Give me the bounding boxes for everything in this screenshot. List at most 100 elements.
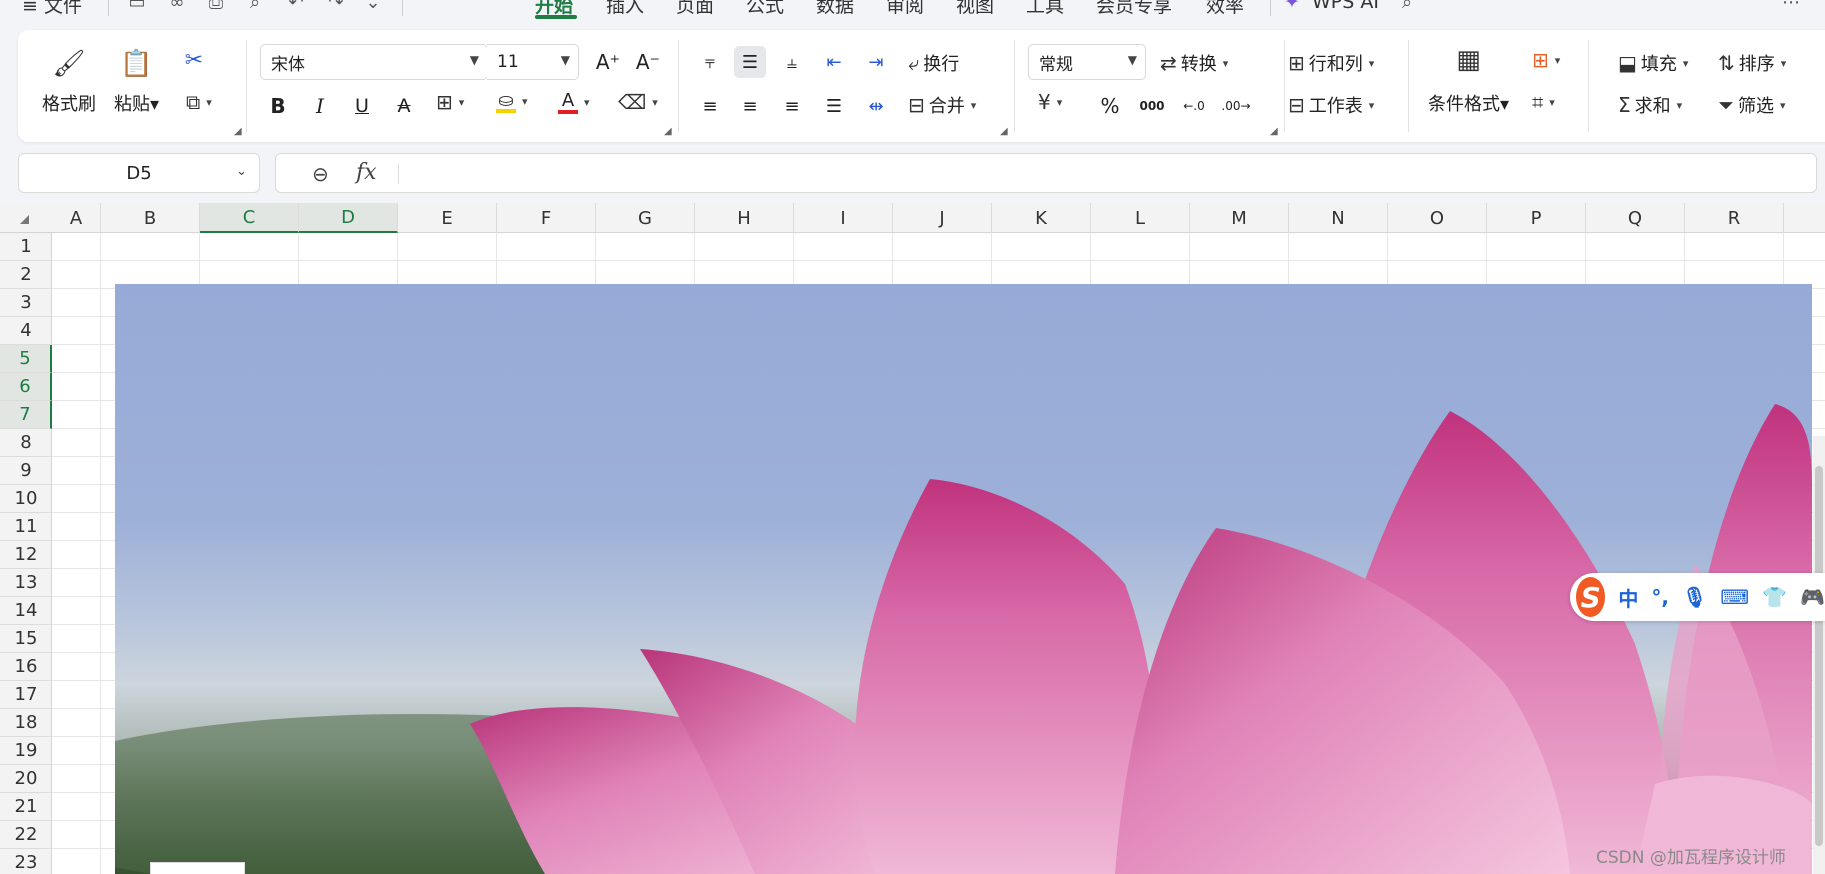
select-all-icon[interactable] bbox=[20, 215, 29, 224]
paste-button[interactable]: 📋 粘贴▾ bbox=[114, 44, 159, 116]
row-header-13[interactable]: 13 bbox=[0, 569, 52, 597]
column-header-g[interactable]: G bbox=[596, 203, 695, 233]
more-options-icon[interactable]: ⋯ bbox=[1780, 0, 1802, 13]
column-header-b[interactable]: B bbox=[101, 203, 200, 233]
column-header-e[interactable]: E bbox=[398, 203, 497, 233]
table-style-button[interactable]: ⌗ ▾ bbox=[1532, 92, 1555, 112]
tab-formula[interactable]: 公式 bbox=[746, 0, 784, 18]
column-header-r[interactable]: R bbox=[1685, 203, 1784, 233]
increase-indent-button[interactable]: ⇥ bbox=[860, 46, 892, 78]
column-header-n[interactable]: N bbox=[1289, 203, 1388, 233]
row-header-4[interactable]: 4 bbox=[0, 317, 52, 345]
row-header-9[interactable]: 9 bbox=[0, 457, 52, 485]
align-top-button[interactable]: ⫧ bbox=[694, 46, 726, 78]
row-header-3[interactable]: 3 bbox=[0, 289, 52, 317]
file-menu[interactable]: ≡ 文件 bbox=[22, 0, 82, 18]
row-header-6[interactable]: 6 bbox=[0, 373, 52, 401]
font-dialog-launcher-icon[interactable]: ◢ bbox=[664, 126, 672, 137]
ime-mode-toggle[interactable]: 中 bbox=[1618, 583, 1638, 612]
row-header-18[interactable]: 18 bbox=[0, 709, 52, 737]
column-header-d[interactable]: D bbox=[299, 203, 398, 233]
fill-color-button[interactable]: ⛀ ▾ bbox=[496, 90, 528, 113]
row-header-16[interactable]: 16 bbox=[0, 653, 52, 681]
underline-button[interactable]: U bbox=[346, 90, 378, 122]
convert-button[interactable]: ⇄ 转换 ▾ bbox=[1160, 50, 1228, 76]
undo-icon[interactable]: ↶ bbox=[285, 0, 307, 13]
row-header-7[interactable]: 7 bbox=[0, 401, 52, 429]
column-header-q[interactable]: Q bbox=[1586, 203, 1685, 233]
tab-review[interactable]: 审阅 bbox=[886, 0, 924, 18]
format-painter-button[interactable]: 🖌 格式刷 bbox=[42, 44, 96, 116]
row-col-button[interactable]: ⊞ 行和列 ▾ bbox=[1288, 50, 1374, 76]
row-header-1[interactable]: 1 bbox=[0, 233, 52, 261]
row-header-23[interactable]: 23 bbox=[0, 849, 52, 874]
microphone-icon[interactable]: 🎙 bbox=[1682, 585, 1707, 609]
number-format-select[interactable]: 常规 ▼ bbox=[1028, 44, 1146, 80]
sum-button[interactable]: Σ 求和 ▾ bbox=[1618, 92, 1682, 118]
alignment-dialog-launcher-icon[interactable]: ◢ bbox=[1000, 126, 1008, 137]
column-header-k[interactable]: K bbox=[992, 203, 1091, 233]
fill-button[interactable]: ⬓ 填充 ▾ bbox=[1618, 50, 1688, 76]
increase-decimal-button[interactable]: ←.0 bbox=[1178, 90, 1210, 122]
border-button[interactable]: ⊞ ▾ bbox=[436, 92, 464, 112]
column-header-j[interactable]: J bbox=[893, 203, 992, 233]
row-header-11[interactable]: 11 bbox=[0, 513, 52, 541]
column-header-a[interactable]: A bbox=[52, 203, 101, 233]
increase-font-button[interactable]: A⁺ bbox=[592, 46, 624, 78]
sogou-logo-icon[interactable]: S bbox=[1576, 577, 1606, 617]
cell-style-button[interactable]: ⊞ ▾ bbox=[1532, 50, 1560, 70]
vertical-scrollbar[interactable] bbox=[1813, 436, 1825, 874]
wps-ai-button[interactable]: WPS AI bbox=[1312, 0, 1379, 13]
font-size-select[interactable]: 11 ▼ bbox=[487, 44, 579, 80]
row-header-12[interactable]: 12 bbox=[0, 541, 52, 569]
redo-icon[interactable]: ↷ bbox=[325, 0, 347, 13]
row-header-10[interactable]: 10 bbox=[0, 485, 52, 513]
column-header-i[interactable]: I bbox=[794, 203, 893, 233]
percent-button[interactable]: % bbox=[1094, 90, 1126, 122]
row-header-8[interactable]: 8 bbox=[0, 429, 52, 457]
align-left-button[interactable]: ≡ bbox=[694, 90, 726, 122]
skin-icon[interactable]: 👕 bbox=[1762, 585, 1787, 609]
row-header-2[interactable]: 2 bbox=[0, 261, 52, 289]
row-header-14[interactable]: 14 bbox=[0, 597, 52, 625]
tab-page[interactable]: 页面 bbox=[676, 0, 714, 18]
tab-tools[interactable]: 工具 bbox=[1026, 0, 1064, 18]
column-header-p[interactable]: P bbox=[1487, 203, 1586, 233]
quick-access-more-icon[interactable]: ⌄ bbox=[362, 0, 384, 13]
zoom-icon[interactable]: ⊖ bbox=[312, 162, 329, 186]
row-header-5[interactable]: 5 bbox=[0, 345, 52, 373]
punctuation-toggle[interactable]: °, bbox=[1651, 585, 1669, 609]
font-color-button[interactable]: A ▾ bbox=[558, 90, 590, 114]
share-icon[interactable]: ∞ bbox=[166, 0, 188, 13]
number-dialog-launcher-icon[interactable]: ◢ bbox=[1270, 126, 1278, 137]
align-middle-button[interactable]: ☰ bbox=[734, 46, 766, 78]
function-icon[interactable]: fx bbox=[356, 160, 377, 185]
sheet-tab[interactable] bbox=[150, 862, 245, 874]
italic-button[interactable]: I bbox=[304, 90, 336, 122]
thousands-separator-button[interactable]: 000 bbox=[1136, 90, 1168, 122]
tab-member[interactable]: 会员专享 bbox=[1096, 0, 1172, 18]
formula-bar[interactable]: ⊖ fx bbox=[275, 153, 1817, 193]
scrollbar-thumb[interactable] bbox=[1815, 466, 1823, 846]
bold-button[interactable]: B bbox=[262, 90, 294, 122]
keyboard-icon[interactable]: ⌨ bbox=[1720, 585, 1749, 609]
tab-efficiency[interactable]: 效率 bbox=[1206, 0, 1244, 18]
clear-button[interactable]: ⌫ ▾ bbox=[618, 92, 658, 112]
tab-view[interactable]: 视图 bbox=[956, 0, 994, 18]
column-header-f[interactable]: F bbox=[497, 203, 596, 233]
row-header-21[interactable]: 21 bbox=[0, 793, 52, 821]
align-right-button[interactable]: ≡ bbox=[776, 90, 808, 122]
row-header-20[interactable]: 20 bbox=[0, 765, 52, 793]
conditional-format-button[interactable]: ▦ 条件格式▾ bbox=[1428, 40, 1509, 116]
column-header-h[interactable]: H bbox=[695, 203, 794, 233]
worksheet-button[interactable]: ⊟ 工作表 ▾ bbox=[1288, 92, 1374, 118]
row-header-15[interactable]: 15 bbox=[0, 625, 52, 653]
distributed-align-button[interactable]: ⇹ bbox=[860, 90, 892, 122]
column-header-l[interactable]: L bbox=[1091, 203, 1190, 233]
decrease-font-button[interactable]: A⁻ bbox=[632, 46, 664, 78]
print-icon[interactable]: ⎙ bbox=[205, 0, 227, 13]
column-header-m[interactable]: M bbox=[1190, 203, 1289, 233]
row-header-19[interactable]: 19 bbox=[0, 737, 52, 765]
filter-button[interactable]: ⏷ 筛选 ▾ bbox=[1718, 92, 1786, 118]
merge-button[interactable]: ⊟ 合并 ▾ bbox=[908, 92, 976, 118]
